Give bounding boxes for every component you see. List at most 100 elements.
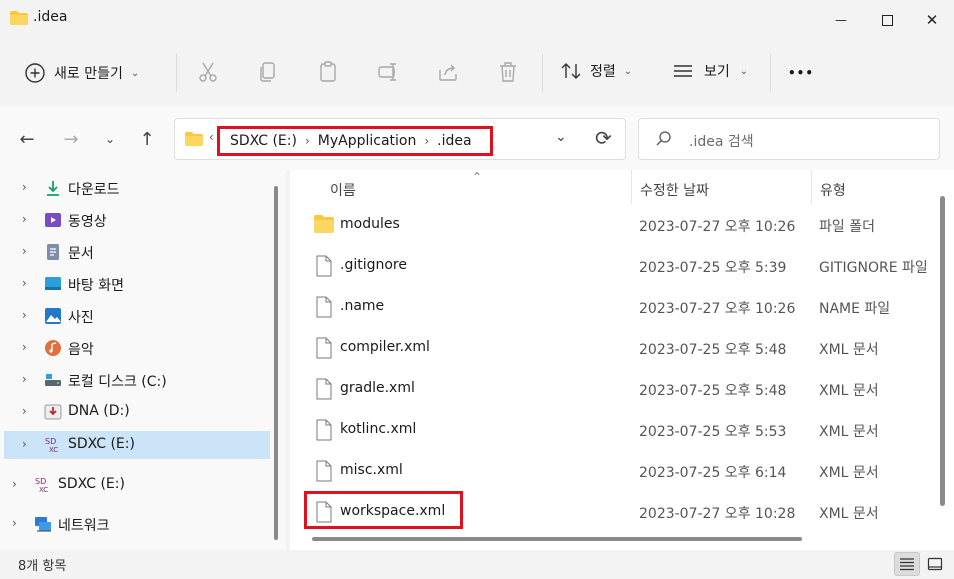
refresh-icon[interactable]: ⟳ (595, 126, 612, 150)
details-view-button[interactable] (894, 552, 920, 576)
details-view-icon (900, 558, 914, 571)
sidebar-item[interactable]: › SD XC SDXC (E:) (4, 431, 270, 459)
pictures-icon (45, 308, 61, 324)
sidebar-item[interactable]: › DNA (D:) (0, 398, 266, 426)
chevron-right-icon[interactable]: › (22, 372, 27, 386)
file-date: 2023-07-25 오후 5:48 (639, 342, 787, 358)
chevron-right-icon[interactable]: › (12, 516, 17, 530)
paste-icon[interactable] (316, 60, 340, 84)
file-icon (316, 337, 332, 359)
delete-icon[interactable] (496, 60, 520, 84)
file-row[interactable]: gradle.xml 2023-07-25 오후 5:48 XML 문서 (304, 368, 932, 408)
sidebar-item-label: DNA (D:) (68, 403, 130, 419)
chevron-right-icon[interactable]: › (22, 244, 27, 258)
column-divider[interactable] (811, 170, 812, 204)
column-header-date[interactable]: 수정한 날짜 (640, 180, 709, 200)
search-box[interactable]: .idea 검색 (638, 118, 940, 160)
more-icon: ••• (788, 66, 815, 80)
chevron-right-icon[interactable]: › (22, 276, 27, 290)
sidebar-item[interactable]: › 바탕 화면 (0, 270, 266, 298)
sidebar-item-label: SDXC (E:) (68, 436, 135, 452)
sidebar-item[interactable]: › 다운로드 (0, 174, 266, 202)
more-options-button[interactable]: ••• (788, 58, 814, 82)
address-history-button[interactable]: ⌄ (555, 129, 567, 145)
file-type: XML 문서 (819, 342, 879, 358)
svg-text:XC: XC (39, 486, 48, 494)
sidebar-item[interactable]: › 네트워크 (0, 510, 266, 538)
file-icon (316, 419, 332, 441)
sidebar-item[interactable]: › 음악 (0, 334, 266, 362)
forward-button[interactable]: → (58, 126, 84, 152)
search-input[interactable]: .idea 검색 (689, 131, 754, 151)
vertical-scrollbar[interactable] (940, 196, 945, 506)
highlight-box (304, 491, 463, 529)
chevron-right-icon[interactable]: › (22, 404, 27, 418)
file-row[interactable]: misc.xml 2023-07-25 오후 6:14 XML 문서 (304, 450, 932, 490)
horizontal-scrollbar[interactable] (312, 537, 802, 541)
column-divider[interactable] (631, 170, 632, 204)
breadcrumb-item[interactable]: MyApplication (318, 133, 417, 149)
file-type: XML 문서 (819, 506, 879, 522)
video-icon (45, 213, 61, 227)
copy-icon[interactable] (256, 60, 280, 84)
chevron-right-icon[interactable]: › (22, 308, 27, 322)
back-button[interactable]: ← (14, 126, 40, 152)
sidebar-item[interactable]: › SD XC SDXC (E:) (0, 471, 266, 499)
arrow-up-icon: ↑ (139, 128, 155, 150)
minimize-icon: — (835, 13, 847, 27)
sort-button[interactable]: 정렬 ⌄ (560, 60, 632, 82)
chevron-down-icon: ⌄ (623, 65, 633, 77)
sidebar-scrollbar[interactable] (274, 186, 278, 540)
recent-locations-button[interactable]: ⌄ (97, 126, 123, 152)
file-type: 파일 폴더 (819, 219, 875, 235)
sidebar-item[interactable]: › 동영상 (0, 206, 266, 234)
file-name: .name (340, 298, 385, 314)
file-date: 2023-07-27 오후 10:26 (639, 301, 796, 317)
breadcrumb-overflow-icon[interactable]: ‹ (209, 130, 214, 144)
file-name: compiler.xml (340, 339, 430, 355)
tiles-view-button[interactable] (922, 552, 948, 576)
file-row[interactable]: .gitignore 2023-07-25 오후 5:39 GITIGNORE 파일 (304, 245, 932, 285)
folder-icon (185, 132, 203, 146)
file-name: gradle.xml (340, 380, 415, 396)
drive-icon (44, 404, 62, 420)
cut-icon[interactable] (196, 60, 220, 84)
up-button[interactable]: ↑ (134, 126, 160, 152)
file-name: kotlinc.xml (340, 421, 417, 437)
sidebar-item[interactable]: › 문서 (0, 238, 266, 266)
minimize-button[interactable]: — (818, 0, 864, 40)
maximize-button[interactable] (864, 0, 910, 40)
folder-icon (314, 215, 334, 233)
chevron-right-icon[interactable]: › (12, 477, 17, 491)
chevron-right-icon[interactable]: › (22, 437, 27, 451)
chevron-right-icon[interactable]: › (22, 180, 27, 194)
sidebar-item[interactable]: › 사진 (0, 302, 266, 330)
toolbar-divider (176, 54, 177, 92)
file-row[interactable]: modules 2023-07-27 오후 10:26 파일 폴더 (304, 204, 932, 244)
chevron-right-icon[interactable]: › (22, 340, 27, 354)
file-icon (316, 296, 332, 318)
file-row[interactable]: kotlinc.xml 2023-07-25 오후 5:53 XML 문서 (304, 409, 932, 449)
file-row[interactable]: compiler.xml 2023-07-25 오후 5:48 XML 문서 (304, 327, 932, 367)
close-button[interactable]: ✕ (909, 0, 954, 40)
chevron-right-icon[interactable]: › (424, 134, 429, 148)
breadcrumb-item[interactable]: SDXC (E:) (230, 133, 297, 149)
view-button[interactable]: 보기 ⌄ (672, 60, 748, 82)
chevron-right-icon[interactable]: › (22, 212, 27, 226)
new-button[interactable]: 새로 만들기 ⌄ (24, 60, 139, 86)
file-icon (316, 255, 332, 277)
address-bar[interactable]: ‹ SDXC (E:) › MyApplication › .idea ⌄ ⟳ (174, 118, 626, 160)
chevron-right-icon[interactable]: › (305, 134, 310, 148)
sidebar-item[interactable]: › 로컬 디스크 (C:) (0, 366, 266, 394)
share-icon[interactable] (436, 60, 460, 84)
sidebar-item-label: 음악 (68, 342, 94, 358)
view-label: 보기 (704, 64, 730, 80)
breadcrumb-item[interactable]: .idea (437, 133, 471, 149)
file-row[interactable]: .name 2023-07-27 오후 10:26 NAME 파일 (304, 286, 932, 326)
column-header-name[interactable]: 이름 (330, 180, 356, 200)
search-icon (656, 131, 671, 146)
sidebar-item-label: 문서 (68, 246, 94, 262)
file-icon (316, 378, 332, 400)
rename-icon[interactable] (376, 60, 400, 84)
column-header-type[interactable]: 유형 (820, 180, 846, 200)
